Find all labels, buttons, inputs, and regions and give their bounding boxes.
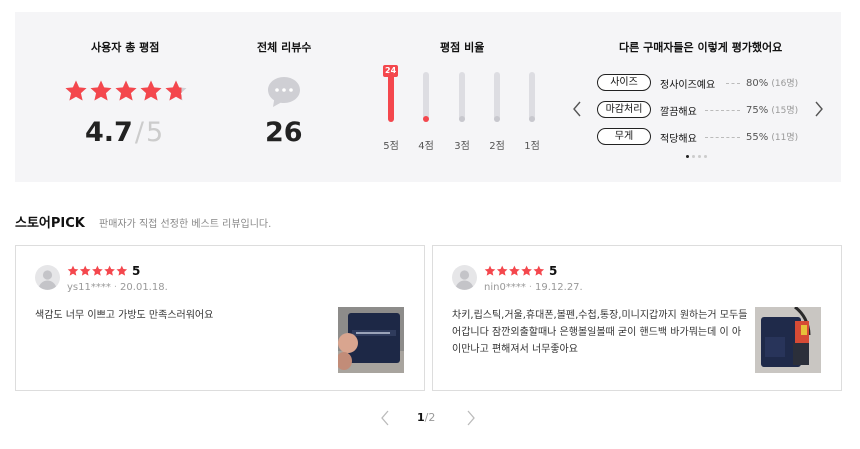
review-count-title: 전체 리뷰수 (257, 41, 312, 54)
review-stars (67, 265, 128, 276)
review-count: 26 (265, 117, 303, 148)
rating-slash: / (134, 117, 144, 148)
rating-stars (65, 80, 187, 101)
review-summary-panel: 사용자 총 평점 4.7/5 전체 리뷰수 26 평점 비율 24 5점 4점 … (15, 12, 841, 182)
bar-3 (459, 72, 465, 122)
review-stars (484, 265, 545, 276)
attribute-row: 무게 적당해요 55% (11명) (597, 128, 802, 146)
total-pages: 2 (428, 411, 436, 424)
chevron-left-icon[interactable] (571, 100, 583, 118)
bar-track (423, 72, 429, 122)
carousel-dot-2[interactable] (692, 155, 695, 158)
rating-max: 5 (145, 117, 164, 148)
reviewer-info: nin0**** · 19.12.27. (484, 282, 583, 293)
store-pick-title: 스토어PICK (15, 216, 85, 231)
bar-fill-3 (459, 116, 465, 122)
pagination: 1/2 (417, 411, 435, 424)
review-photo[interactable] (338, 307, 404, 373)
attribute-percent: 80% (16명) (746, 76, 798, 89)
attribute-name: 무게 (597, 128, 651, 145)
bar-2 (494, 72, 500, 122)
percent-count: (16명) (771, 79, 799, 89)
review-text: 색감도 너무 이쁘고 가방도 만족스러워어요 (35, 310, 214, 321)
bar-1 (529, 72, 535, 122)
average-rating: 4.7/5 (85, 117, 163, 148)
bar-label-2: 2점 (489, 141, 505, 152)
review-photo[interactable] (755, 307, 821, 373)
average-value: 4.7 (85, 117, 133, 148)
attribute-value: 적당해요 (660, 134, 697, 145)
next-page-icon[interactable] (466, 410, 476, 426)
reviewer-id: nin0**** (484, 282, 526, 293)
divider (726, 83, 740, 84)
carousel-dot-3[interactable] (698, 155, 701, 158)
attribute-row: 사이즈 정사이즈예요 80% (16명) (597, 74, 802, 92)
reviewer-id: ys11**** (67, 282, 111, 293)
review-card[interactable]: 5 ys11**** · 20.01.18. 색감도 너무 이쁘고 가방도 만족스러… (15, 245, 425, 391)
attribute-row: 마감처리 깔끔해요 75% (15명) (597, 101, 802, 119)
percent-value: 55% (746, 132, 769, 143)
buyers-title: 다른 구매자들은 이렇게 평가했어요 (619, 41, 783, 54)
carousel-dots (686, 155, 716, 161)
review-date: 20.01.18. (120, 282, 168, 293)
bar-track (494, 72, 500, 122)
carousel-dot-4[interactable] (704, 155, 707, 158)
bar-4 (423, 72, 429, 122)
percent-value: 75% (746, 105, 769, 116)
reviewer-info: ys11**** · 20.01.18. (67, 282, 168, 293)
separator: · (113, 282, 118, 293)
bar-fill-5 (388, 72, 394, 122)
bar-track (529, 72, 535, 122)
percent-value: 80% (746, 78, 769, 89)
review-score: 5 (549, 264, 558, 278)
attribute-percent: 55% (11명) (746, 130, 798, 143)
attribute-name: 사이즈 (597, 74, 651, 91)
current-page: 1 (417, 411, 425, 424)
bar-fill-2 (494, 116, 500, 122)
percent-count: (11명) (771, 133, 799, 143)
bar-track (459, 72, 465, 122)
attribute-value: 정사이즈예요 (660, 80, 716, 91)
divider (705, 110, 740, 111)
bar-label-3: 3점 (454, 141, 470, 152)
avatar-icon (35, 265, 60, 290)
attribute-name: 마감처리 (597, 101, 651, 118)
bar-fill-4 (423, 116, 429, 122)
review-text: 차키,립스틱,거울,휴대폰,볼펜,수첩,통장,미니지갑까지 원하는거 모두들어갑… (452, 310, 748, 355)
carousel-dot-1[interactable] (686, 155, 689, 158)
bar-label-5: 5점 (383, 141, 399, 152)
bar-label-1: 1점 (524, 141, 540, 152)
divider (705, 137, 740, 138)
distribution-title: 평점 비율 (440, 41, 485, 54)
separator: · (528, 282, 533, 293)
speech-bubble-icon (268, 77, 300, 107)
attribute-percent: 75% (15명) (746, 103, 798, 116)
review-score: 5 (132, 264, 141, 278)
percent-count: (15명) (771, 106, 799, 116)
review-date: 19.12.27. (535, 282, 583, 293)
store-pick-description: 판매자가 직접 선정한 베스트 리뷰입니다. (99, 219, 272, 230)
review-card[interactable]: 5 nin0**** · 19.12.27. 차키,립스틱,거울,휴대폰,볼펜,수첩… (432, 245, 842, 391)
prev-page-icon[interactable] (380, 410, 390, 426)
bar-5 (388, 72, 394, 122)
bar-label-4: 4점 (418, 141, 434, 152)
chevron-right-icon[interactable] (813, 100, 825, 118)
avatar-icon (452, 265, 477, 290)
rating-title: 사용자 총 평점 (91, 41, 160, 54)
attribute-value: 깔끔해요 (660, 107, 697, 118)
bar-fill-1 (529, 116, 535, 122)
